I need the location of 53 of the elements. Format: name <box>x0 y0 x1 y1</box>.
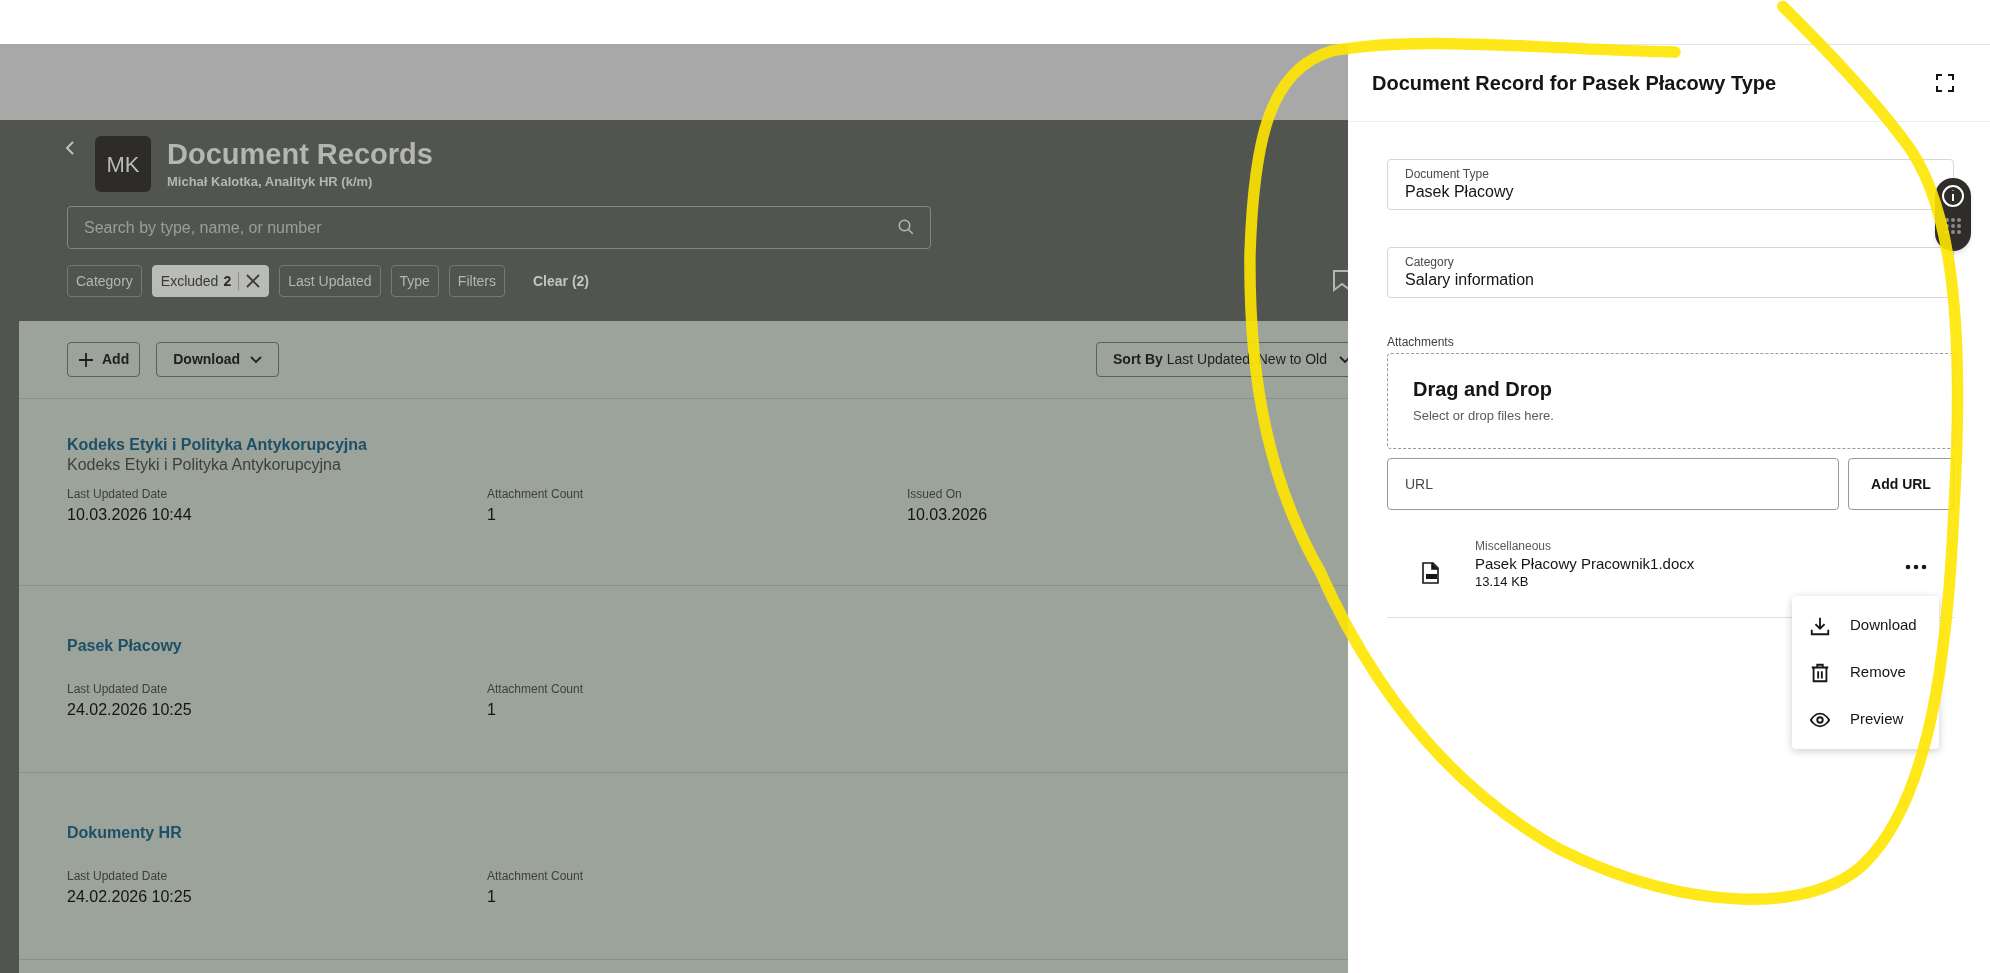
field-value: 24.02.2026 10:25 <box>67 700 193 720</box>
field-label: Last Updated Date <box>67 486 169 503</box>
field-value: 10.03.2026 <box>907 505 989 525</box>
field-label: Attachment Count <box>487 681 585 698</box>
field-label: Attachment Count <box>487 868 585 885</box>
file-category: Miscellaneous <box>1475 538 1553 554</box>
filter-chip[interactable]: Excluded 2 <box>151 265 270 297</box>
field-label: Attachment Count <box>487 486 585 503</box>
field-label: Last Updated Date <box>67 868 169 885</box>
record-title-link[interactable]: Dokumenty HR <box>67 823 1348 843</box>
search-icon <box>897 218 915 236</box>
page-subtitle: Michał Kalotka, Analityk HR (k/m) <box>167 173 374 191</box>
record-title-link[interactable]: Pasek Płacowy <box>67 636 1348 656</box>
field-value: 24.02.2026 10:25 <box>67 887 193 907</box>
search-field[interactable]: Search by type, name, or number <box>67 206 931 249</box>
trash-icon <box>1809 661 1831 684</box>
menu-item[interactable]: Preview <box>1792 696 1939 743</box>
record-subtitle: Kodeks Etyki i Polityka Antykorupcyjna <box>67 455 342 475</box>
read-only-field[interactable]: Category Salary information <box>1387 247 1954 298</box>
avatar: MK <box>95 136 151 192</box>
info-icon[interactable] <box>1941 184 1965 208</box>
expand-icon[interactable] <box>1936 74 1954 92</box>
panel-title: Document Record for Pasek Płacowy Type <box>1372 71 1777 96</box>
close-icon[interactable] <box>246 274 261 288</box>
read-only-field[interactable]: Document Type Pasek Płacowy <box>1387 159 1954 210</box>
bookmark-icon[interactable] <box>1332 270 1348 292</box>
chevron-down-icon <box>250 355 263 364</box>
chevron-down-icon <box>1339 355 1348 364</box>
menu-item[interactable]: Download <box>1792 602 1939 649</box>
menu-item[interactable]: Remove <box>1792 649 1939 696</box>
plus-icon <box>78 351 94 368</box>
field-value: 1 <box>487 887 497 907</box>
add-button[interactable]: Add <box>67 342 141 377</box>
file-name[interactable]: Pasek Płacowy Pracownik1.docx <box>1475 554 1695 573</box>
field-label: Issued On <box>907 486 963 503</box>
field-value: 1 <box>487 700 497 720</box>
page-title: Document Records <box>167 137 433 172</box>
field-value: 1 <box>487 505 497 525</box>
filter-chip[interactable]: Filters <box>448 265 505 297</box>
url-field[interactable]: URL <box>1387 458 1839 510</box>
filter-chip[interactable]: Type <box>390 265 439 297</box>
field-label: Last Updated Date <box>67 681 169 698</box>
filter-chip[interactable]: Last Updated <box>279 265 381 297</box>
download-button[interactable]: Download <box>156 342 280 377</box>
grid-dots-icon[interactable] <box>1943 216 1963 236</box>
filter-chip[interactable]: Category <box>67 265 142 297</box>
attachments-label: Attachments <box>1387 334 1455 351</box>
document-icon <box>1421 562 1441 584</box>
record-title-link[interactable]: Kodeks Etyki i Polityka Antykorupcyjna <box>67 435 1348 455</box>
field-value: 10.03.2026 10:44 <box>67 505 193 525</box>
file-size: 13.14 KB <box>1475 573 1530 590</box>
more-icon[interactable] <box>1905 564 1927 570</box>
clear-filters-link[interactable]: Clear (2) <box>533 270 589 292</box>
